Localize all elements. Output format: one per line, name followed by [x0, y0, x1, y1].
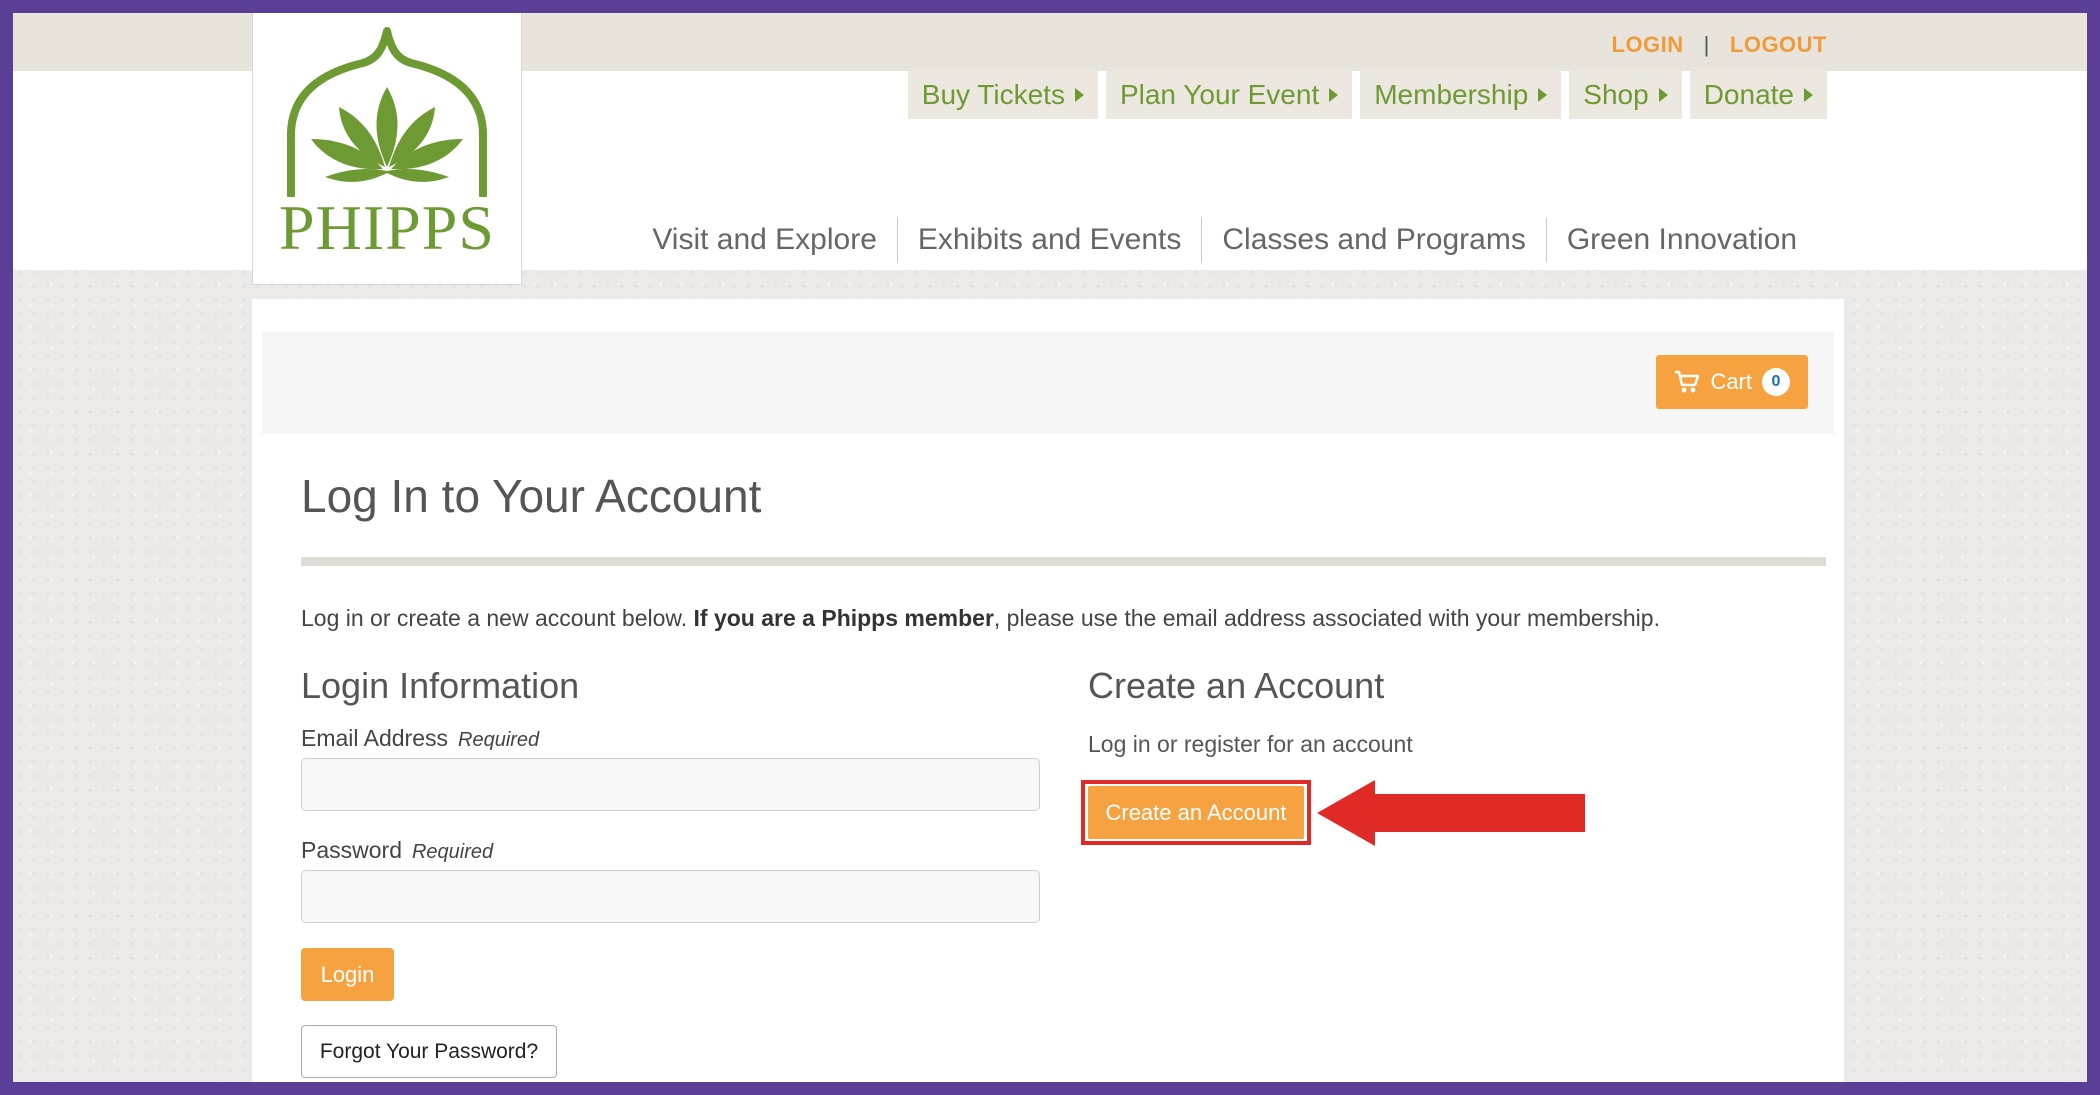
caret-right-icon [1074, 88, 1084, 102]
utility-separator: | [1703, 32, 1710, 57]
create-account-button[interactable]: Create an Account [1088, 786, 1304, 839]
nav-buy-tickets[interactable]: Buy Tickets [907, 71, 1098, 119]
phipps-logo[interactable]: PHIPPS [252, 13, 522, 285]
login-button[interactable]: Login [301, 948, 394, 1001]
password-label-text: Password [301, 837, 402, 863]
nav-label: Membership [1374, 79, 1529, 110]
password-field[interactable] [301, 870, 1040, 923]
caret-right-icon [1538, 88, 1548, 102]
nav-label: Buy Tickets [921, 79, 1065, 110]
caret-right-icon [1329, 88, 1339, 102]
annotation-arrow-icon [1317, 780, 1585, 846]
nav-shop[interactable]: Shop [1569, 71, 1682, 119]
forgot-password-button[interactable]: Forgot Your Password? [301, 1025, 557, 1078]
email-label: Email Address Required [301, 725, 539, 752]
content-panel: Cart 0 Log In to Your Account Log in or … [252, 299, 1844, 1082]
nav-label: Plan Your Event [1119, 79, 1320, 110]
intro-text-b: , please use the email address associate… [993, 605, 1660, 631]
page-title: Log In to Your Account [301, 470, 762, 522]
utility-links: LOGIN | LOGOUT [1612, 32, 1828, 58]
caret-right-icon [1804, 88, 1813, 102]
create-account-heading: Create an Account [1088, 665, 1385, 706]
page-frame: LOGIN | LOGOUT PHIPPS Buy Tickets Plan Y… [13, 13, 2087, 1082]
email-required-note: Required [458, 729, 540, 751]
nav-green-innovation[interactable]: Green Innovation [1545, 218, 1817, 262]
intro-text-bold: If you are a Phipps member [693, 605, 994, 631]
cart-label: Cart [1710, 369, 1752, 394]
nav-label: Shop [1583, 79, 1649, 110]
login-link[interactable]: LOGIN [1612, 32, 1684, 58]
nav-label: Donate [1703, 79, 1794, 110]
login-heading: Login Information [301, 665, 580, 706]
shopping-cart-icon [1675, 370, 1700, 393]
main-nav: Visit and Explore Exhibits and Events Cl… [632, 218, 1817, 262]
cart-button[interactable]: Cart 0 [1656, 355, 1808, 409]
cart-strip: Cart 0 [262, 332, 1834, 434]
password-required-note: Required [411, 841, 494, 863]
password-label: Password Required [301, 837, 493, 864]
email-field[interactable] [301, 758, 1040, 811]
logout-link[interactable]: LOGOUT [1730, 32, 1827, 58]
nav-donate[interactable]: Donate [1689, 71, 1827, 119]
lotus-dome-icon [287, 27, 487, 197]
nav-membership[interactable]: Membership [1360, 71, 1562, 119]
caret-right-icon [1658, 88, 1668, 102]
intro-text: Log in or create a new account below. If… [301, 605, 1660, 632]
nav-visit-and-explore[interactable]: Visit and Explore [632, 218, 897, 262]
title-divider [301, 557, 1826, 566]
intro-text-a: Log in or create a new account below. [301, 605, 694, 631]
logo-wordmark: PHIPPS [279, 192, 495, 263]
nav-classes-and-programs[interactable]: Classes and Programs [1201, 218, 1545, 262]
email-label-text: Email Address [301, 725, 449, 751]
cart-count-badge: 0 [1762, 368, 1790, 396]
nav-plan-your-event[interactable]: Plan Your Event [1105, 71, 1353, 119]
secondary-nav: Buy Tickets Plan Your Event Membership S… [907, 71, 1827, 119]
nav-exhibits-and-events[interactable]: Exhibits and Events [896, 218, 1201, 262]
create-account-subtext: Log in or register for an account [1088, 731, 1413, 757]
